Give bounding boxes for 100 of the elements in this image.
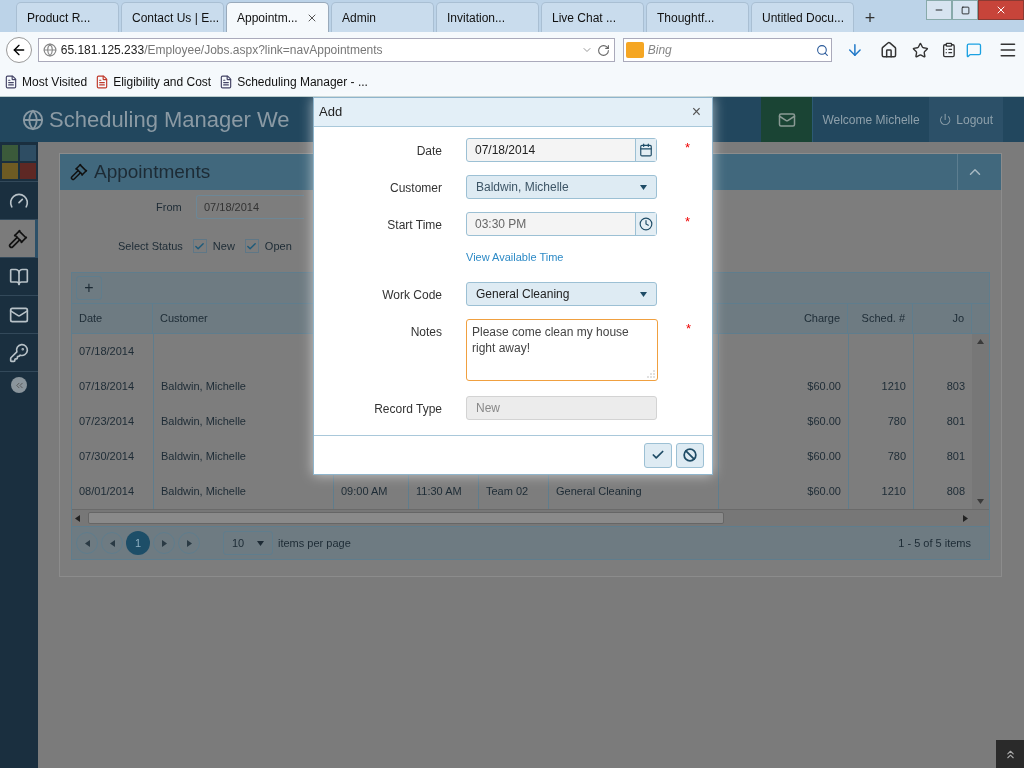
vertical-scrollbar[interactable] <box>972 334 989 509</box>
panel-title: Appointments <box>94 159 211 184</box>
resize-grip-icon <box>647 370 655 378</box>
table-cell-text: 1210 <box>881 379 906 395</box>
bookmark-icon <box>219 75 234 89</box>
clock-icon <box>639 217 653 231</box>
reload-icon[interactable] <box>596 43 610 57</box>
checkbox[interactable] <box>192 239 207 253</box>
field-label: Work Code <box>382 287 442 304</box>
table-cell-text: $60.00 <box>807 379 841 395</box>
table-cell-text: 07/30/2014 <box>79 449 135 465</box>
scroll-down-icon <box>977 498 984 505</box>
star-icon[interactable] <box>911 41 929 59</box>
right-arrow-icon <box>185 539 193 547</box>
back-button[interactable] <box>6 37 32 63</box>
caret-icon <box>257 539 264 547</box>
bookmark-icon <box>4 75 18 89</box>
notes-field[interactable]: Please come clean my house right away! <box>466 319 658 381</box>
search-icon <box>816 43 830 57</box>
caret-icon <box>640 290 647 298</box>
calendar-icon <box>639 143 653 157</box>
table-cell-text: 09:00 AM <box>341 484 388 500</box>
browser-tab[interactable]: Admin <box>331 2 434 32</box>
status-label: Select Status <box>118 238 183 254</box>
table-cell-text: 803 <box>946 379 965 395</box>
date-field[interactable]: 07/18/2014 <box>466 138 657 162</box>
cancel-button[interactable] <box>676 442 704 468</box>
book-icon <box>9 266 29 287</box>
search-field[interactable]: Bing <box>622 38 833 62</box>
field-label: Customer <box>390 180 442 197</box>
table-cell-text: 808 <box>946 484 965 500</box>
table-cell-text: Baldwin, Michelle <box>161 449 246 465</box>
left-arrow-icon <box>108 539 116 547</box>
table-cell-text: 801 <box>946 449 965 465</box>
table-cell-text: 11:30 AM <box>416 484 462 500</box>
chat-icon[interactable] <box>966 42 983 58</box>
checkbox[interactable] <box>244 239 259 253</box>
reading-list-icon[interactable] <box>940 42 957 58</box>
scroll-left-icon <box>74 514 81 522</box>
bookmark[interactable]: Eligibility and Cost <box>95 73 212 91</box>
table-cell-text: General Cleaning <box>556 484 642 500</box>
table-cell-text: 1210 <box>881 484 906 500</box>
scroll-up-icon <box>977 338 984 345</box>
table-cell-text: 780 <box>887 414 906 430</box>
check-icon <box>651 448 665 462</box>
new-tab-button[interactable]: + <box>856 4 884 32</box>
tiles-logo-icon <box>2 144 36 179</box>
pager-summary: 1 - 5 of 5 items <box>898 535 971 551</box>
view-available-time-link[interactable]: View Available Time <box>466 249 564 266</box>
scroll-right-icon <box>962 514 969 522</box>
browser-tab[interactable]: Thoughtf... <box>646 2 749 32</box>
browser-tab[interactable]: Appointm... <box>226 2 329 32</box>
table-cell-text: 07/18/2014 <box>79 379 135 395</box>
close-button[interactable]: × <box>691 100 701 124</box>
bing-icon <box>625 42 644 58</box>
mail-icon <box>777 110 796 129</box>
required-mark: * <box>685 213 691 231</box>
mail-button[interactable] <box>761 97 812 142</box>
required-mark: * <box>686 320 692 338</box>
bookmark[interactable]: Most Visited <box>4 73 88 91</box>
maximize-button[interactable] <box>952 0 978 20</box>
left-arrow-icon <box>83 539 91 547</box>
browser-tab[interactable]: Live Chat ... <box>541 2 644 32</box>
table-cell-text: $60.00 <box>807 449 841 465</box>
time-field[interactable]: 03:30 PM <box>466 212 657 236</box>
bookmark-icon <box>95 75 110 89</box>
gavel-icon <box>70 163 88 181</box>
table-cell-text: 801 <box>946 414 965 430</box>
status-option: New <box>212 237 235 255</box>
menu-icon[interactable] <box>998 40 1018 60</box>
table-cell-text: 07/18/2014 <box>79 344 135 360</box>
table-cell-text: Team 02 <box>486 484 529 500</box>
ban-icon <box>683 448 697 462</box>
check-icon <box>194 240 206 252</box>
browser-tab[interactable]: Untitled Docu... <box>751 2 854 32</box>
from-label: From <box>156 199 183 215</box>
scroll-top-button[interactable] <box>996 740 1024 768</box>
dropdown[interactable]: Baldwin, Michelle <box>466 175 657 199</box>
browser-tab[interactable]: Contact Us | E... <box>121 2 224 32</box>
page-size-label: items per page <box>278 535 351 551</box>
field-label: Record Type <box>374 401 442 418</box>
key-icon <box>9 342 29 363</box>
maximize-icon <box>960 5 970 15</box>
table-cell-text: $60.00 <box>807 414 841 430</box>
horizontal-scrollbar[interactable] <box>72 509 989 526</box>
bookmark[interactable]: Scheduling Manager - ... <box>219 73 368 91</box>
sidebar-item[interactable] <box>0 220 38 258</box>
record-type-field: New <box>466 396 657 420</box>
browser-tab[interactable]: Product R... <box>16 2 119 32</box>
table-cell-text: 07/23/2014 <box>79 414 135 430</box>
field-label: Start Time <box>387 217 442 234</box>
confirm-button[interactable] <box>644 442 672 468</box>
dropdown[interactable]: General Cleaning <box>466 282 657 306</box>
minimize-button[interactable] <box>926 0 952 20</box>
right-arrow-icon <box>160 539 168 547</box>
status-option: Open <box>264 237 292 255</box>
browser-tab[interactable]: Invitation... <box>436 2 539 32</box>
page-button[interactable]: 1 <box>126 531 150 555</box>
home-icon[interactable] <box>880 41 898 59</box>
address-bar[interactable]: 65.181.125.233/Employee/Jobs.aspx?link=navAppointments <box>37 38 615 62</box>
